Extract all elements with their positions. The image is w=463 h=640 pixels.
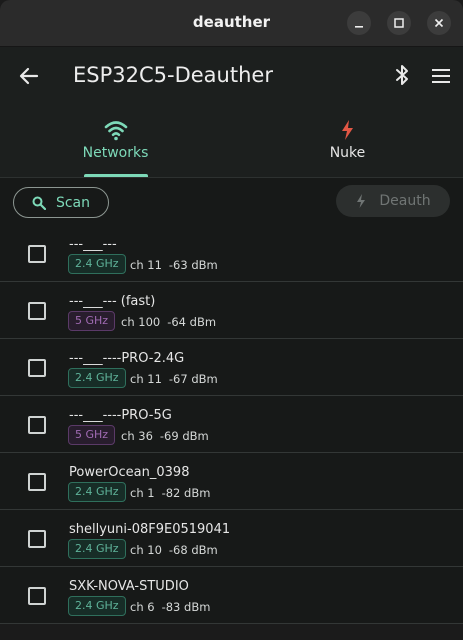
close-button[interactable] (427, 11, 451, 35)
network-ssid: PowerOcean_0398 (69, 465, 190, 480)
close-icon (434, 18, 444, 28)
channel-label: ch 36 (121, 429, 153, 443)
select-checkbox[interactable] (28, 473, 46, 491)
app-window: deauther ESP32C5-Deauther Networks Nuke … (0, 0, 463, 640)
menu-icon[interactable] (429, 64, 453, 88)
bolt-icon (357, 194, 366, 208)
list-item[interactable]: ---___--- (fast) 5 GHz ch 100 -64 dBm (0, 282, 463, 339)
band-badge: 2.4 GHz (68, 482, 126, 502)
bolt-icon (341, 120, 353, 140)
network-meta: ch 100 -64 dBm (121, 315, 216, 329)
select-checkbox[interactable] (28, 245, 46, 263)
bluetooth-icon[interactable] (390, 63, 414, 87)
tab-networks[interactable]: Networks (0, 105, 231, 178)
search-icon (32, 196, 46, 210)
tab-nuke-label: Nuke (329, 145, 366, 161)
tab-bar: Networks Nuke (0, 105, 463, 178)
channel-label: ch 6 (130, 600, 155, 614)
page-title: ESP32C5-Deauther (73, 63, 273, 87)
select-checkbox[interactable] (28, 302, 46, 320)
signal-strength: -64 dBm (167, 315, 217, 329)
channel-label: ch 10 (130, 543, 162, 557)
list-item[interactable]: ---___----PRO-5G 5 GHz ch 36 -69 dBm (0, 396, 463, 453)
signal-strength: -69 dBm (159, 429, 209, 443)
network-meta: ch 11 -67 dBm (130, 372, 218, 386)
band-badge: 2.4 GHz (68, 539, 126, 559)
select-checkbox[interactable] (28, 416, 46, 434)
band-badge: 5 GHz (68, 311, 116, 331)
band-badge: 5 GHz (68, 425, 116, 445)
wifi-icon (104, 121, 127, 141)
deauth-button[interactable]: Deauth (336, 185, 450, 217)
network-meta: ch 6 -83 dBm (130, 600, 210, 614)
signal-strength: -67 dBm (168, 372, 218, 386)
band-badge: 2.4 GHz (68, 254, 126, 274)
minimize-button[interactable] (347, 11, 371, 35)
select-checkbox[interactable] (28, 359, 46, 377)
network-ssid: shellyuni-08F9E0519041 (69, 522, 231, 537)
band-badge: 2.4 GHz (68, 596, 126, 616)
channel-label: ch 100 (121, 315, 161, 329)
network-ssid: ---___--- (69, 237, 117, 252)
network-ssid: SXK-NOVA-STUDIO (69, 579, 189, 594)
channel-label: ch 1 (130, 486, 155, 500)
scan-button-label: Scan (55, 194, 91, 211)
app-bar: ESP32C5-Deauther (0, 47, 463, 105)
network-ssid: ---___----PRO-5G (69, 408, 172, 423)
network-meta: ch 10 -68 dBm (130, 543, 218, 557)
maximize-icon (394, 18, 404, 28)
channel-label: ch 11 (130, 372, 162, 386)
deauth-button-label: Deauth (379, 193, 431, 209)
list-item[interactable]: SXK-NOVA-STUDIO 2.4 GHz ch 6 -83 dBm (0, 567, 463, 624)
back-arrow-icon[interactable] (17, 64, 41, 88)
tab-nuke[interactable]: Nuke (232, 105, 463, 178)
select-checkbox[interactable] (28, 587, 46, 605)
list-item[interactable]: ---___----PRO-2.4G 2.4 GHz ch 11 -67 dBm (0, 339, 463, 396)
select-checkbox[interactable] (28, 530, 46, 548)
minimize-icon (355, 26, 363, 28)
network-ssid: ---___--- (fast) (69, 294, 156, 309)
band-badge: 2.4 GHz (68, 368, 126, 388)
scan-button[interactable]: Scan (13, 187, 109, 218)
list-item[interactable]: shellyuni-08F9E0519041 2.4 GHz ch 10 -68 dB… (0, 510, 463, 567)
signal-strength: -68 dBm (168, 543, 218, 557)
network-list: ---___--- 2.4 GHz ch 11 -63 dBm ---___--- (f… (0, 225, 463, 624)
maximize-button[interactable] (387, 11, 411, 35)
list-item[interactable]: ---___--- 2.4 GHz ch 11 -63 dBm (0, 225, 463, 282)
signal-strength: -83 dBm (161, 600, 211, 614)
network-meta: ch 11 -63 dBm (130, 258, 218, 272)
action-bar: Scan Deauth (0, 178, 463, 232)
network-meta: ch 36 -69 dBm (121, 429, 209, 443)
channel-label: ch 11 (130, 258, 162, 272)
network-meta: ch 1 -82 dBm (130, 486, 210, 500)
tab-networks-label: Networks (82, 145, 149, 161)
window-titlebar[interactable]: deauther (0, 0, 463, 47)
network-ssid: ---___----PRO-2.4G (69, 351, 185, 366)
signal-strength: -63 dBm (168, 258, 218, 272)
signal-strength: -82 dBm (161, 486, 211, 500)
list-item[interactable]: PowerOcean_0398 2.4 GHz ch 1 -82 dBm (0, 453, 463, 510)
active-tab-indicator (84, 174, 148, 177)
